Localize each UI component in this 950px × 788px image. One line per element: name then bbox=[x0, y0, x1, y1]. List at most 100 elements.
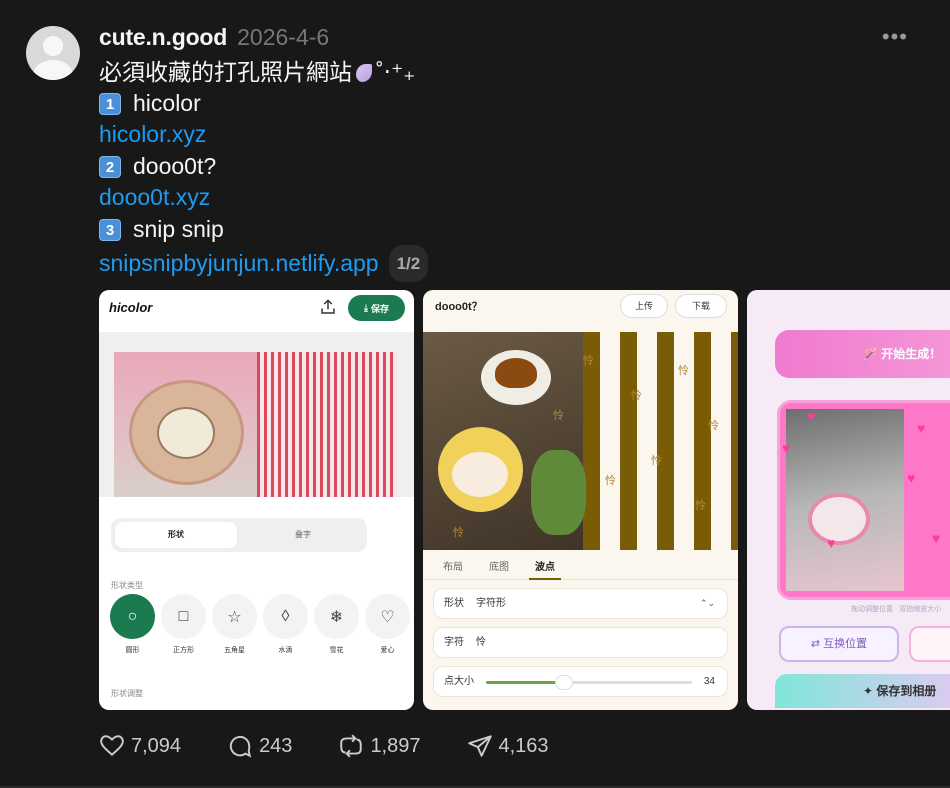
save-album-button: ✦ 保存到相册 bbox=[775, 674, 950, 708]
shape-label: 正方形 bbox=[173, 647, 194, 654]
swap-button: ⇄ 互换位置 bbox=[779, 626, 899, 662]
clock-photo bbox=[99, 332, 414, 497]
char-field-label: 字符 bbox=[444, 637, 464, 648]
heart-outline-icon bbox=[100, 735, 124, 756]
shape-label: 水滴 bbox=[278, 647, 293, 654]
repost-button[interactable]: 1,897 bbox=[338, 733, 421, 759]
tab-dots: 波点 bbox=[529, 558, 561, 580]
repost-count: 1,897 bbox=[370, 734, 421, 757]
pager-badge: 1/2 bbox=[388, 245, 429, 282]
shape-label: 爱心 bbox=[380, 647, 395, 654]
link-line-3: snipsnipbyjunjun.netlify.app 1/2 bbox=[99, 245, 429, 282]
link-dooo0t[interactable]: dooo0t.xyz bbox=[99, 182, 210, 213]
shape-select: 形状 字符形 ⌃⌄ bbox=[433, 588, 728, 619]
stripe-gap bbox=[711, 332, 731, 550]
shape-adjust-heading: 形状调整 bbox=[111, 689, 143, 698]
doll-image bbox=[438, 427, 523, 512]
item-3-text: snip snip bbox=[133, 216, 224, 242]
dot-glyph: 怜 bbox=[631, 390, 642, 402]
angel-wing-icon bbox=[356, 64, 372, 82]
chevron-updown-icon: ⌃⌄ bbox=[699, 598, 715, 608]
shape-label: 五角星 bbox=[224, 647, 245, 654]
shape-drop: ◊ 水滴 bbox=[263, 594, 308, 655]
generate-button: 🪄 开始生成！ bbox=[775, 330, 950, 378]
more-options-icon[interactable]: ••• bbox=[882, 24, 908, 50]
image-card-snipsnip[interactable]: 🪄 开始生成！ ♥ ♥ ♥ ♥ ♥ ♥ 拖动调整位置 · 双指缩放大小 ⇄ 互换… bbox=[747, 290, 950, 710]
repost-icon bbox=[340, 734, 363, 758]
circle-icon: ○ bbox=[110, 594, 155, 639]
stripe bbox=[657, 332, 674, 550]
post-date: 2026-4-6 bbox=[237, 23, 330, 50]
keycap-2-icon: 2 bbox=[99, 156, 121, 178]
mode-segment: 形状 叠字 bbox=[111, 518, 367, 552]
username[interactable]: cute.n.good bbox=[99, 24, 227, 51]
shape-select-value: 字符形 bbox=[476, 598, 506, 609]
snowflake-icon: ❄ bbox=[314, 594, 359, 639]
dot-size-value: 34 bbox=[703, 676, 715, 687]
stripe bbox=[620, 332, 637, 550]
post-header: cute.n.good 2026-4-6 bbox=[99, 20, 329, 54]
heart-icon: ♥ bbox=[932, 530, 941, 546]
striped-pattern bbox=[257, 352, 397, 497]
share-count: 4,163 bbox=[498, 734, 549, 757]
salad-image bbox=[531, 450, 586, 535]
image-card-hicolor[interactable]: hicolor ⤓ 保存 形状 叠字 形状类型 ○ 圆形 □ 正方形 ☆ 五角星 ◊ 水滴… bbox=[99, 290, 414, 710]
image-card-dooo0t[interactable]: dooo0t？ 上传 下载 怜 怜 怜 怜 怜 怜 怜 怜 怜 布局 底图 波点… bbox=[423, 290, 738, 710]
list-item-2: 2 dooo0t? bbox=[99, 151, 216, 182]
intro-text: 必須收藏的打孔照片網站 bbox=[99, 59, 352, 85]
slider-fill bbox=[486, 681, 565, 684]
dot-size-field: 点大小 34 bbox=[433, 666, 728, 697]
list-item-1: 1 hicolor bbox=[99, 88, 201, 119]
keycap-3-icon: 3 bbox=[99, 219, 121, 241]
list-item-3: 3 snip snip bbox=[99, 214, 224, 245]
drop-icon: ◊ bbox=[263, 594, 308, 639]
shape-star: ☆ 五角星 bbox=[212, 594, 257, 655]
share-button[interactable]: 4,163 bbox=[467, 733, 549, 759]
dot-glyph: 怜 bbox=[583, 355, 594, 367]
heart-icon: ♥ bbox=[807, 408, 816, 424]
post-actions: 7,094 243 1,897 4,163 bbox=[99, 732, 595, 760]
dot-glyph: 怜 bbox=[453, 527, 464, 539]
shape-heart: ♡ 爱心 bbox=[365, 594, 410, 655]
hicolor-logo: hicolor bbox=[109, 300, 153, 315]
shape-options: ○ 圆形 □ 正方形 ☆ 五角星 ◊ 水滴 ❄ 雪花 ♡ 爱心 bbox=[110, 594, 410, 655]
shape-select-label: 形状 bbox=[444, 598, 464, 609]
stripe-gap bbox=[637, 332, 657, 550]
send-icon bbox=[467, 735, 492, 757]
item-1-text: hicolor bbox=[133, 90, 201, 116]
upload-button: 上传 bbox=[620, 294, 668, 318]
heart-icon: ♥ bbox=[782, 440, 791, 456]
comment-button[interactable]: 243 bbox=[227, 733, 292, 759]
dot-size-label: 点大小 bbox=[444, 676, 474, 687]
shape-label: 雪花 bbox=[329, 647, 344, 654]
slider-knob bbox=[555, 675, 574, 690]
save-button: ⤓ 保存 bbox=[348, 295, 405, 321]
like-button[interactable]: 7,094 bbox=[99, 733, 181, 759]
dot-glyph: 怜 bbox=[708, 420, 719, 432]
dooo0t-tabs: 布局 底图 波点 bbox=[423, 550, 738, 580]
stripe-gap bbox=[600, 332, 620, 550]
segment-shape: 形状 bbox=[115, 522, 237, 548]
stripe bbox=[731, 332, 738, 550]
stripe bbox=[694, 332, 711, 550]
clock-face-image bbox=[157, 407, 215, 459]
avatar[interactable] bbox=[26, 26, 80, 80]
avatar-head bbox=[43, 36, 63, 56]
dot-glyph: 怜 bbox=[605, 475, 616, 487]
star-icon: ☆ bbox=[212, 594, 257, 639]
item-2-text: dooo0t? bbox=[133, 153, 217, 179]
link-hicolor[interactable]: hicolor.xyz bbox=[99, 119, 206, 150]
link-snipsnip[interactable]: snipsnipbyjunjun.netlify.app bbox=[99, 250, 379, 276]
heart-icon: ♥ bbox=[827, 535, 836, 551]
download-icon: ⤓ bbox=[364, 302, 368, 313]
doll-face bbox=[452, 452, 508, 497]
segment-overlay: 叠字 bbox=[295, 530, 311, 539]
save-label: 保存 bbox=[370, 303, 389, 314]
tab-layout: 布局 bbox=[443, 562, 463, 573]
char-field: 字符 怜 bbox=[433, 627, 728, 658]
dot-glyph: 怜 bbox=[553, 410, 564, 422]
dot-glyph: 怜 bbox=[678, 365, 689, 377]
dooo0t-title: dooo0t？ bbox=[435, 301, 483, 313]
shape-square: □ 正方形 bbox=[161, 594, 206, 655]
shape-label: 圆形 bbox=[125, 647, 140, 654]
